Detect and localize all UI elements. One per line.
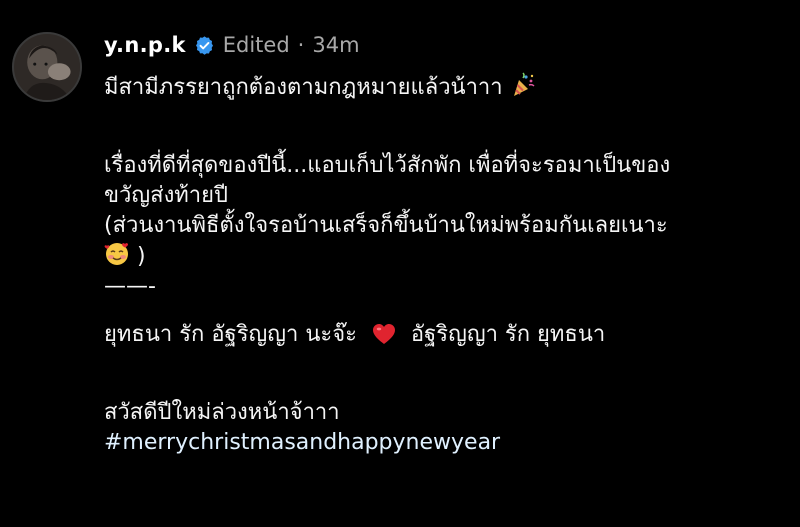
- red-heart-emoji: [372, 323, 396, 345]
- hashtag-link[interactable]: #merrychristmasandhappynewyear: [104, 428, 784, 458]
- caption-line-text: อัฐริญญา รัก ยุทธนา: [410, 322, 606, 347]
- caption-line: (ส่วนงานพิธีตั้งใจรอบ้านเสร็จก็ขึ้นบ้านใ…: [104, 213, 668, 238]
- party-popper-emoji: [510, 72, 536, 98]
- post-header: y.n.p.k Edited · 34m: [104, 30, 360, 60]
- post-caption: y.n.p.k Edited · 34m มีสามีภรรยาถูกต้องต…: [0, 0, 800, 527]
- caption-line-text: ): [137, 244, 146, 269]
- caption-text: มีสามีภรรยาถูกต้องตามกฎหมายแล้วน้าาา เรื…: [104, 72, 784, 458]
- caption-line: เรื่องที่ดีที่สุดของปีนี้...แอบเก็บไว้สั…: [104, 153, 671, 178]
- caption-line-text: ยุทธนา รัก อัฐริญญา นะจ๊ะ: [104, 322, 357, 347]
- caption-line: สวัสดีปีใหม่ล่วงหน้าจ้าาา: [104, 400, 340, 425]
- meta-separator: ·: [297, 33, 305, 57]
- caption-divider: ——-: [104, 274, 156, 299]
- smiling-face-with-hearts-emoji: [104, 241, 130, 267]
- caption-line: ขวัญส่งท้ายปี: [104, 183, 229, 208]
- avatar-photo: [14, 34, 80, 100]
- caption-line: ยุทธนา รัก อัฐริญญา นะจ๊ะ อัฐริญญา รัก ย…: [104, 320, 784, 350]
- edited-label: Edited: [222, 33, 290, 57]
- avatar[interactable]: [12, 32, 82, 102]
- username[interactable]: y.n.p.k: [104, 33, 186, 57]
- timestamp: 34m: [312, 33, 360, 57]
- caption-line-text: มีสามีภรรยาถูกต้องตามกฎหมายแล้วน้าาา: [104, 75, 503, 100]
- caption-line: มีสามีภรรยาถูกต้องตามกฎหมายแล้วน้าาา: [104, 72, 784, 103]
- caption-line: ): [104, 241, 784, 272]
- verified-badge-icon: [194, 35, 215, 56]
